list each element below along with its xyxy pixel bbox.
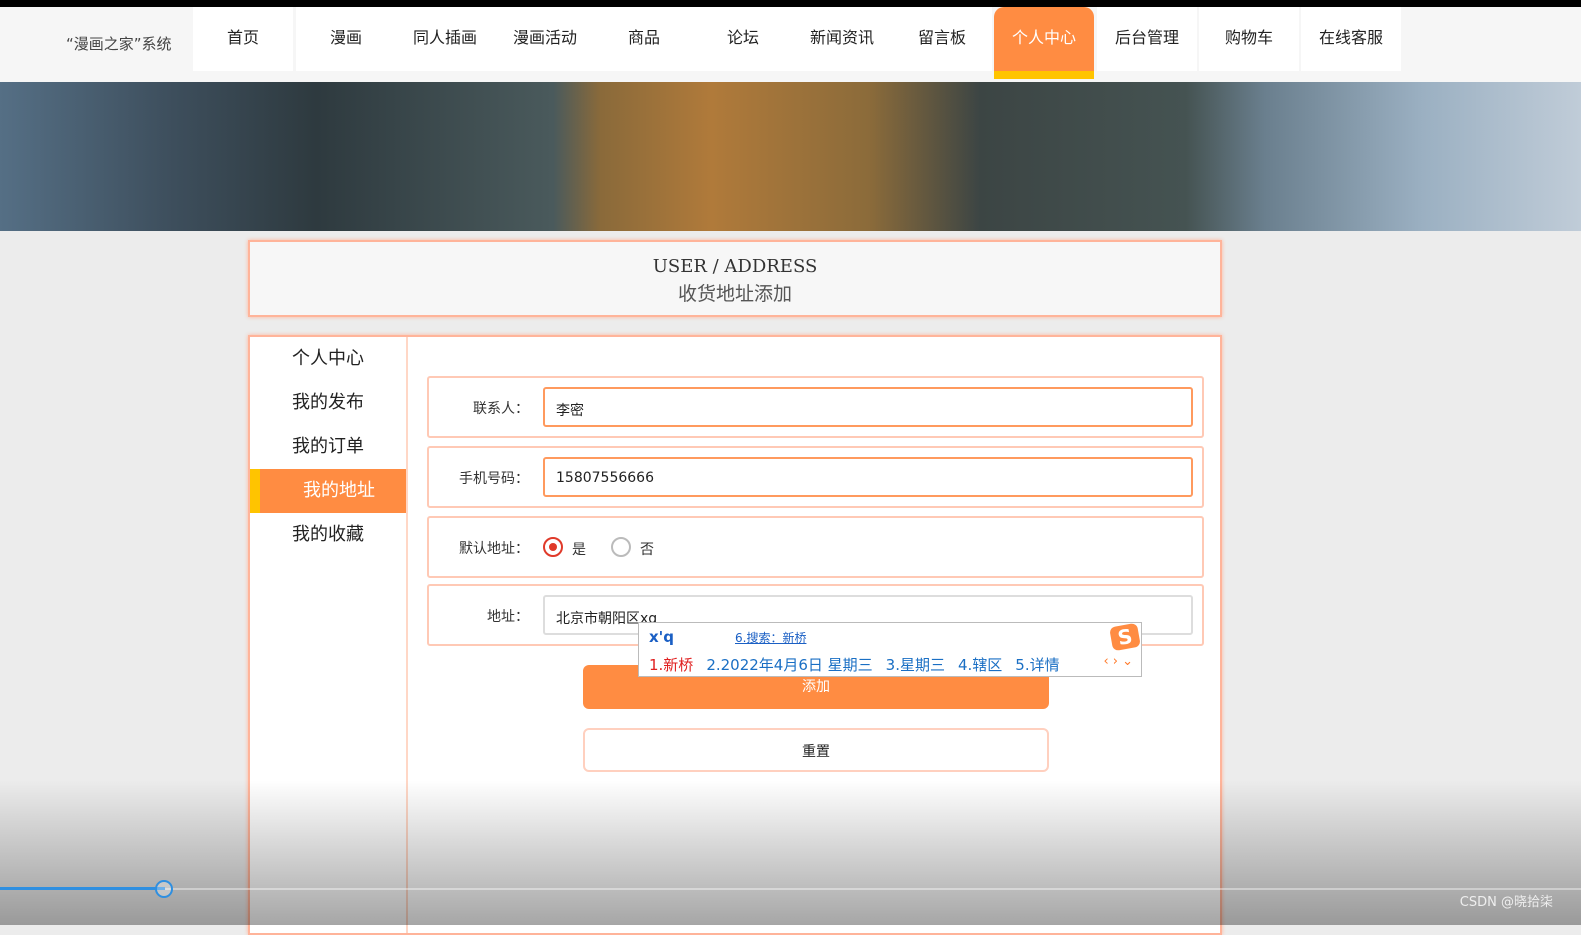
contact-row: 联系人： 李密 bbox=[427, 376, 1204, 438]
nav-item[interactable]: 购物车 bbox=[1199, 7, 1299, 71]
video-overlay bbox=[0, 780, 1581, 925]
nav-item[interactable]: 漫画活动 bbox=[495, 7, 595, 71]
site-logo: “漫画之家”系统 bbox=[66, 35, 172, 53]
page-title: 收货地址添加 bbox=[677, 283, 792, 305]
nav-item[interactable]: 留言板 bbox=[892, 7, 992, 71]
ime-candidate[interactable]: 5.详情 bbox=[1015, 654, 1059, 675]
phone-label: 手机号码： bbox=[459, 471, 529, 487]
radio-no[interactable] bbox=[611, 537, 631, 557]
contact-input[interactable]: 李密 bbox=[543, 387, 1193, 427]
sidebar-item-posts[interactable]: 我的发布 bbox=[250, 381, 406, 425]
ime-candidate[interactable]: 4.辖区 bbox=[958, 654, 1002, 675]
sidebar-item-address[interactable]: 我的地址 bbox=[250, 469, 406, 513]
page-header: USER / ADDRESS 收货地址添加 bbox=[248, 240, 1222, 317]
page-title-en: USER / ADDRESS bbox=[652, 256, 818, 277]
nav-item[interactable]: 后台管理 bbox=[1097, 7, 1197, 71]
sidebar-item-center[interactable]: 个人中心 bbox=[250, 337, 406, 381]
top-bar bbox=[0, 0, 1581, 7]
nav-item[interactable]: 论坛 bbox=[693, 7, 793, 71]
nav-item[interactable]: 个人中心 bbox=[994, 7, 1094, 79]
nav-item[interactable]: 商品 bbox=[594, 7, 694, 71]
address-label: 地址： bbox=[487, 609, 529, 625]
reset-button[interactable]: 重置 bbox=[583, 728, 1049, 772]
sogou-logo-icon: S bbox=[1109, 622, 1141, 652]
nav-item[interactable]: 漫画 bbox=[296, 7, 396, 71]
radio-yes-label: 是 bbox=[572, 542, 586, 558]
ime-candidate[interactable]: 3.星期三 bbox=[886, 654, 945, 675]
video-progress-track[interactable] bbox=[0, 888, 1581, 890]
default-label: 默认地址： bbox=[459, 541, 529, 557]
default-row: 默认地址： 是 否 bbox=[427, 516, 1204, 578]
video-progress-played bbox=[0, 887, 165, 890]
contact-label: 联系人： bbox=[473, 401, 529, 417]
top-nav: “漫画之家”系统 首页 漫画 同人插画 漫画活动 商品 论坛 新闻资讯 留言板 个人中心 后台管理… bbox=[0, 7, 1581, 82]
sidebar-item-favorites[interactable]: 我的收藏 bbox=[250, 513, 406, 557]
nav-item[interactable]: 同人插画 bbox=[395, 7, 495, 71]
radio-no-label: 否 bbox=[640, 542, 654, 558]
radio-yes[interactable] bbox=[543, 537, 563, 557]
nav-item[interactable]: 首页 bbox=[193, 7, 293, 71]
nav-item[interactable]: 新闻资讯 bbox=[792, 7, 892, 71]
banner-carousel bbox=[0, 82, 1581, 295]
ime-candidate[interactable]: 2.2022年4月6日 星期三 bbox=[706, 654, 872, 675]
ime-search-link[interactable]: 6.搜索：新桥 bbox=[735, 629, 806, 646]
ime-page-arrows-icon[interactable]: ‹ › ⌄ bbox=[1103, 654, 1133, 669]
ime-candidate[interactable]: 1.新桥 bbox=[649, 654, 693, 675]
watermark: CSDN @晓拾柒 bbox=[1459, 895, 1553, 910]
ime-candidate-window: x'q 6.搜索：新桥 S 1.新桥 2.2022年4月6日 星期三 3.星期三… bbox=[638, 622, 1142, 677]
phone-row: 手机号码： 15807556666 bbox=[427, 446, 1204, 508]
sidebar-item-orders[interactable]: 我的订单 bbox=[250, 425, 406, 469]
video-progress-handle[interactable] bbox=[155, 880, 173, 898]
nav-item[interactable]: 在线客服 bbox=[1301, 7, 1401, 71]
phone-input[interactable]: 15807556666 bbox=[543, 457, 1193, 497]
ime-composition: x'q bbox=[649, 628, 675, 646]
